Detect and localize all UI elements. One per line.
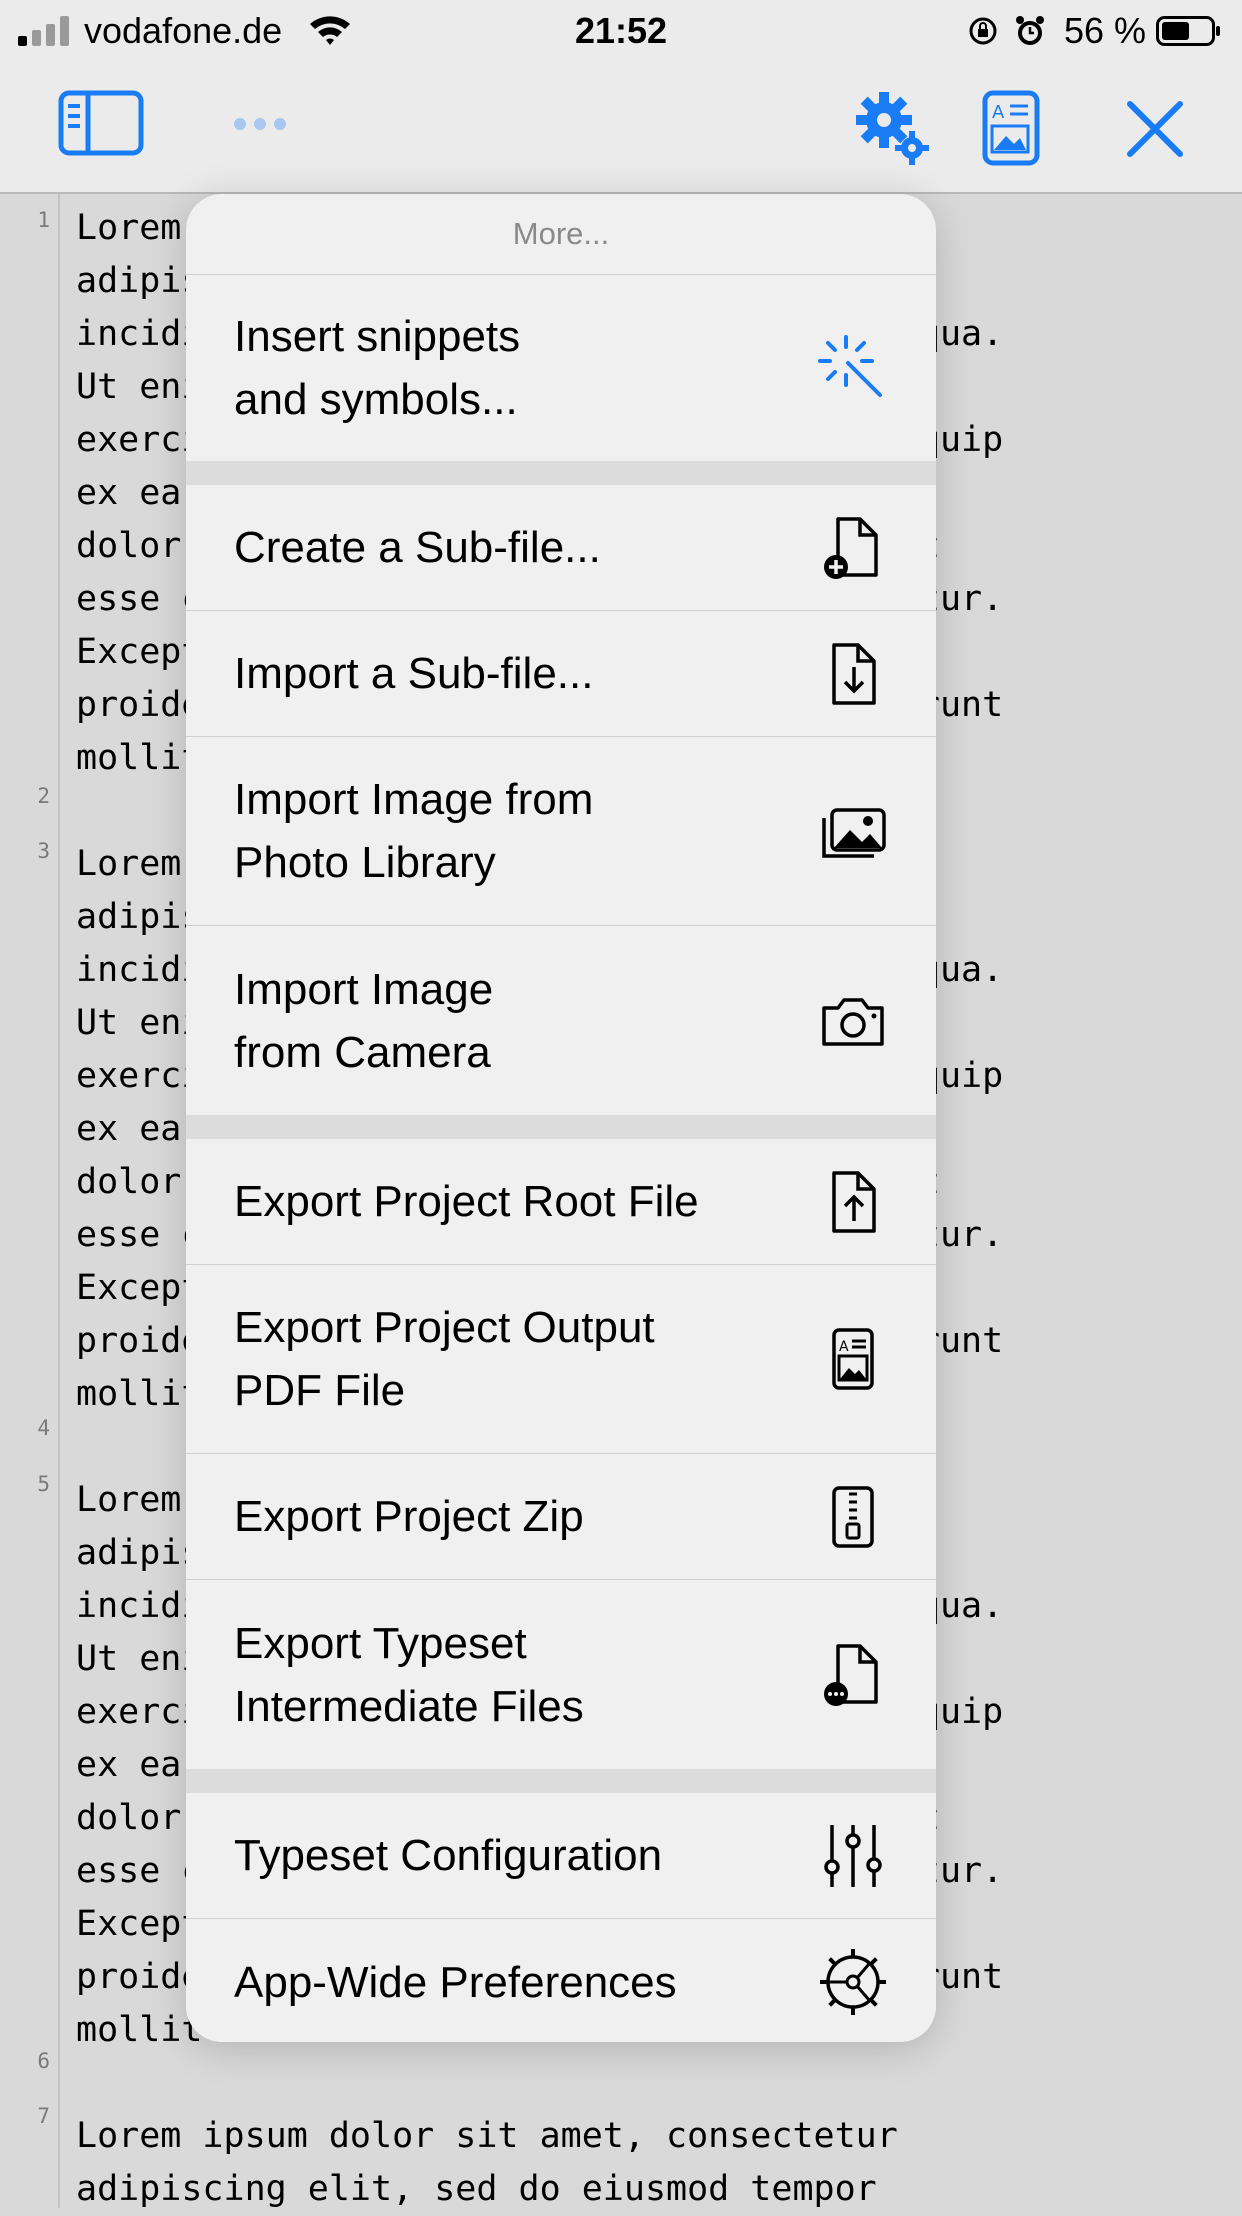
orientation-lock-icon	[969, 17, 997, 45]
line-number: 5	[37, 1472, 50, 1496]
menu-item-label-line: and symbols...	[234, 375, 518, 424]
line-number: 2	[37, 784, 50, 808]
zip-doc-icon	[818, 1482, 888, 1552]
line-number: 7	[37, 2104, 50, 2128]
menu-item-label-line: PDF File	[234, 1366, 406, 1415]
toolbar: A	[0, 64, 1242, 194]
magic-wand-icon	[818, 333, 888, 403]
menu-item-label-line: Export Typeset	[234, 1618, 527, 1668]
menu-item-import-image[interactable]: Import Image from Camera	[186, 926, 936, 1115]
menu-title: More...	[186, 194, 936, 275]
menu-item-label-line: Import Image	[234, 964, 494, 1014]
menu-item-label: Create a Sub-file...	[234, 516, 818, 579]
menu-item-label-line: Import a Sub-file...	[234, 649, 594, 698]
gear-icon	[818, 1947, 888, 2017]
settings-gears-icon[interactable]	[852, 88, 930, 166]
menu-item-app-wide-preferences[interactable]: App-Wide Preferences	[186, 1919, 936, 2042]
camera-icon	[818, 986, 888, 1056]
status-bar: vodafone.de 21:52 56 %	[0, 0, 1242, 64]
menu-item-typeset-configuration[interactable]: Typeset Configuration	[186, 1793, 936, 1919]
menu-item-label-line: Insert snippets	[234, 312, 521, 361]
menu-item-label-line: Create a Sub-file...	[234, 523, 601, 572]
menu-item-export-project-output[interactable]: Export Project Output PDF File A	[186, 1265, 936, 1454]
more-menu: More... Insert snippets and symbols... Cre…	[186, 194, 936, 2042]
menu-item-label-line: Export Project Zip	[234, 1492, 584, 1541]
menu-item-import-image-from[interactable]: Import Image from Photo Library	[186, 737, 936, 926]
menu-item-label-line: Intermediate Files	[234, 1681, 584, 1731]
menu-item-label: App-Wide Preferences	[234, 1951, 818, 2014]
menu-section-separator	[186, 1769, 936, 1793]
menu-item-label: Import Image from Camera	[234, 958, 818, 1084]
menu-item-label: Export Typeset Intermediate Files	[234, 1612, 818, 1738]
battery-percent: 56 %	[1063, 10, 1146, 51]
menu-item-label-line: Import Image from	[234, 775, 594, 824]
menu-item-export-typeset[interactable]: Export Typeset Intermediate Files	[186, 1580, 936, 1769]
menu-item-insert-snippets[interactable]: Insert snippets and symbols...	[186, 275, 936, 461]
menu-item-label: Typeset Configuration	[234, 1824, 818, 1887]
menu-section-separator	[186, 461, 936, 485]
line-number-gutter: 1 2 3 4 5 6 7	[0, 194, 60, 2208]
menu-item-label-line: Photo Library	[234, 838, 496, 887]
photo-library-icon	[818, 796, 888, 866]
menu-item-label: Export Project Output PDF File	[234, 1296, 818, 1422]
menu-item-label-line: Typeset Configuration	[234, 1831, 663, 1880]
menu-item-export-project-zip[interactable]: Export Project Zip	[186, 1454, 936, 1580]
menu-item-create-a-sub-file[interactable]: Create a Sub-file...	[186, 485, 936, 611]
line-number: 1	[37, 208, 50, 232]
alarm-icon	[1016, 16, 1044, 45]
battery-icon	[1156, 16, 1220, 46]
line-number: 4	[37, 1416, 50, 1440]
doc-ellipsis-icon	[818, 1640, 888, 1710]
status-time: 21:52	[574, 10, 668, 51]
sliders-icon	[818, 1821, 888, 1891]
line-number: 6	[37, 2049, 50, 2073]
more-dots-icon[interactable]	[230, 114, 290, 134]
code-line: adipiscing elit, sed do eiusmod tempor	[76, 2169, 877, 2209]
menu-item-label: Import a Sub-file...	[234, 642, 818, 705]
code-line: Lorem ipsum dolor sit amet, consectetur	[76, 2116, 898, 2156]
svg-text:A: A	[992, 102, 1005, 123]
menu-item-label-line: from Camera	[234, 1027, 491, 1077]
pdf-preview-icon[interactable]: A	[982, 90, 1040, 166]
menu-item-import-a-sub-file[interactable]: Import a Sub-file...	[186, 611, 936, 737]
pdf-doc-icon: A	[818, 1324, 888, 1394]
svg-text:A: A	[839, 1339, 849, 1355]
menu-item-label: Insert snippets and symbols...	[234, 305, 818, 431]
sidebar-toggle-icon[interactable]	[58, 90, 144, 156]
menu-item-label: Export Project Zip	[234, 1485, 818, 1548]
menu-item-label: Import Image from Photo Library	[234, 768, 818, 894]
line-number: 3	[37, 839, 50, 863]
doc-plus-icon	[818, 513, 888, 583]
menu-section-separator	[186, 1115, 936, 1139]
menu-item-label-line: App-Wide Preferences	[234, 1957, 677, 2007]
menu-item-label-line: Export Project Output	[234, 1303, 655, 1352]
menu-item-label: Export Project Root File	[234, 1170, 818, 1233]
menu-item-export-project-root-file[interactable]: Export Project Root File	[186, 1139, 936, 1265]
menu-item-label-line: Export Project Root File	[234, 1177, 699, 1226]
close-icon[interactable]	[1126, 100, 1184, 158]
doc-upload-icon	[818, 1167, 888, 1237]
doc-download-icon	[818, 639, 888, 709]
